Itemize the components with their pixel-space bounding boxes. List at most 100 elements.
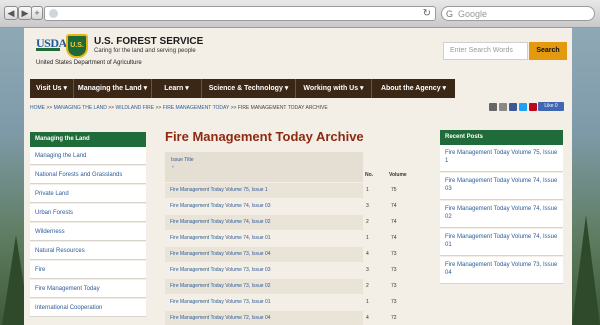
table-row: Fire Management Today Volume 73, Issue 0…	[165, 247, 413, 262]
sort-arrow-icon[interactable]: ▼	[171, 164, 363, 169]
agency-tagline: Caring for the land and serving people	[94, 48, 196, 54]
recent-post-link[interactable]: Fire Management Today Volume 74, Issue 0…	[440, 229, 563, 256]
column-header-no[interactable]: No.	[365, 172, 373, 178]
nav-managing-the-land[interactable]: Managing the Land ▾	[74, 79, 152, 98]
column-header-issue-title[interactable]: Issue Title ▼	[165, 152, 363, 182]
recent-post-link[interactable]: Fire Management Today Volume 73, Issue 0…	[440, 257, 563, 284]
back-icon[interactable]: ◀	[4, 6, 18, 20]
facebook-like-button[interactable]: Like 0	[538, 102, 564, 111]
table-row: Fire Management Today Volume 73, Issue 0…	[165, 263, 413, 278]
address-bar[interactable]: ↻	[44, 6, 436, 21]
recent-posts-heading: Recent Posts	[440, 130, 563, 145]
breadcrumb-managing-the-land[interactable]: MANAGING THE LAND	[54, 105, 107, 111]
sidebar-item-fire[interactable]: Fire	[30, 261, 146, 279]
nav-visit-us[interactable]: Visit Us ▾	[30, 79, 74, 98]
issue-number: 1	[366, 299, 369, 305]
sidebar-heading: Managing the Land	[30, 132, 146, 147]
sidebar-item-wilderness[interactable]: Wilderness	[30, 223, 146, 241]
search-engine-icon: G	[446, 9, 454, 19]
tree-decoration	[572, 215, 600, 325]
table-row: Fire Management Today Volume 74, Issue 0…	[165, 231, 413, 246]
email-icon[interactable]	[489, 103, 497, 111]
sidebar-item-international-cooperation[interactable]: International Cooperation	[30, 299, 146, 317]
breadcrumb: HOME >> MANAGING THE LAND >> WILDLAND FI…	[30, 105, 328, 111]
issue-link[interactable]: Fire Management Today Volume 72, Issue 0…	[165, 311, 363, 325]
issue-volume: 73	[391, 267, 397, 273]
search-button[interactable]: Search	[529, 42, 567, 60]
issue-number: 4	[366, 251, 369, 257]
sidebar-item-private-land[interactable]: Private Land	[30, 185, 146, 203]
column-header-label: Issue Title	[171, 157, 194, 163]
issue-link[interactable]: Fire Management Today Volume 74, Issue 0…	[165, 215, 363, 230]
facebook-icon[interactable]	[509, 103, 517, 111]
issue-number: 1	[366, 235, 369, 241]
issue-link[interactable]: Fire Management Today Volume 74, Issue 0…	[165, 199, 363, 214]
issue-number: 1	[366, 187, 369, 193]
sidebar-item-fire-management-today[interactable]: Fire Management Today	[30, 280, 146, 298]
add-tab-icon[interactable]: +	[31, 6, 43, 20]
twitter-icon[interactable]	[519, 103, 527, 111]
department-name: United States Department of Agriculture	[36, 60, 142, 66]
print-icon[interactable]	[499, 103, 507, 111]
site-search-input[interactable]: Enter Search Words	[443, 42, 528, 60]
issue-number: 2	[366, 219, 369, 225]
page-title: Fire Management Today Archive	[165, 129, 364, 144]
nav-working-with-us[interactable]: Working with Us ▾	[296, 79, 372, 98]
issue-link[interactable]: Fire Management Today Volume 74, Issue 0…	[165, 231, 363, 246]
issue-link[interactable]: Fire Management Today Volume 73, Issue 0…	[165, 247, 363, 262]
recent-post-link[interactable]: Fire Management Today Volume 74, Issue 0…	[440, 173, 563, 200]
usda-logo-mark	[36, 48, 60, 51]
browser-toolbar: ◀ ▶ + ↻ G Google	[0, 0, 600, 28]
issue-volume: 73	[391, 251, 397, 257]
issue-volume: 73	[391, 299, 397, 305]
sidebar-item-managing-the-land[interactable]: Managing the Land	[30, 147, 146, 165]
reload-icon[interactable]: ↻	[423, 8, 431, 19]
issue-volume: 75	[391, 187, 397, 193]
table-row: Fire Management Today Volume 74, Issue 0…	[165, 199, 413, 214]
column-header-volume[interactable]: Volume	[389, 172, 407, 178]
issue-link[interactable]: Fire Management Today Volume 73, Issue 0…	[165, 279, 363, 294]
browser-search-field[interactable]: G Google	[441, 6, 595, 21]
issue-volume: 73	[391, 283, 397, 289]
nav-about-the-agency[interactable]: About the Agency ▾	[372, 79, 455, 98]
table-row: Fire Management Today Volume 73, Issue 0…	[165, 279, 413, 294]
recent-posts-sidebar: Recent Posts Fire Management Today Volum…	[440, 130, 563, 325]
breadcrumb-home[interactable]: HOME	[30, 105, 45, 111]
agency-title[interactable]: U.S. FOREST SERVICE	[94, 36, 203, 47]
issue-number: 2	[366, 283, 369, 289]
web-page: USDA U.S. U.S. FOREST SERVICE Caring for…	[24, 28, 572, 325]
breadcrumb-current: FIRE MANAGEMENT TODAY ARCHIVE	[237, 105, 328, 111]
nav-learn[interactable]: Learn ▾	[152, 79, 202, 98]
forest-service-shield-icon[interactable]: U.S.	[66, 34, 88, 58]
breadcrumb-separator: >>	[45, 105, 54, 111]
issue-volume: 72	[391, 315, 397, 321]
table-row: Fire Management Today Volume 73, Issue 0…	[165, 295, 413, 310]
breadcrumb-separator: >>	[154, 105, 163, 111]
recent-post-link[interactable]: Fire Management Today Volume 74, Issue 0…	[440, 201, 563, 228]
forward-icon[interactable]: ▶	[18, 6, 32, 20]
breadcrumb-separator: >>	[229, 105, 238, 111]
sidebar-item-urban-forests[interactable]: Urban Forests	[30, 204, 146, 222]
recent-post-link[interactable]: Fire Management Today Volume 75, Issue 1	[440, 145, 563, 172]
table-header: Issue Title ▼ No. Volume	[165, 152, 413, 182]
main-nav: Visit Us ▾ Managing the Land ▾ Learn ▾ S…	[30, 79, 455, 98]
table-row: Fire Management Today Volume 72, Issue 0…	[165, 311, 413, 325]
issue-volume: 74	[391, 203, 397, 209]
site-header: USDA U.S. U.S. FOREST SERVICE Caring for…	[24, 28, 572, 78]
breadcrumb-fire-management-today[interactable]: FIRE MANAGEMENT TODAY	[163, 105, 230, 111]
left-sidebar: Managing the Land Managing the Land Nati…	[30, 132, 146, 325]
issue-number: 3	[366, 203, 369, 209]
sidebar-item-natural-resources[interactable]: Natural Resources	[30, 242, 146, 260]
issue-link[interactable]: Fire Management Today Volume 73, Issue 0…	[165, 295, 363, 310]
issue-volume: 74	[391, 235, 397, 241]
nav-science-technology[interactable]: Science & Technology ▾	[202, 79, 296, 98]
browser-search-placeholder: Google	[458, 9, 488, 19]
issue-number: 4	[366, 315, 369, 321]
table-row: Fire Management Today Volume 74, Issue 0…	[165, 215, 413, 230]
breadcrumb-separator: >>	[106, 105, 116, 111]
pinterest-icon[interactable]	[529, 103, 537, 111]
sidebar-item-national-forests[interactable]: National Forests and Grasslands	[30, 166, 146, 184]
breadcrumb-wildland-fire[interactable]: WILDLAND FIRE	[116, 105, 155, 111]
issue-link[interactable]: Fire Management Today Volume 75, Issue 1	[165, 183, 363, 198]
issue-link[interactable]: Fire Management Today Volume 73, Issue 0…	[165, 263, 363, 278]
